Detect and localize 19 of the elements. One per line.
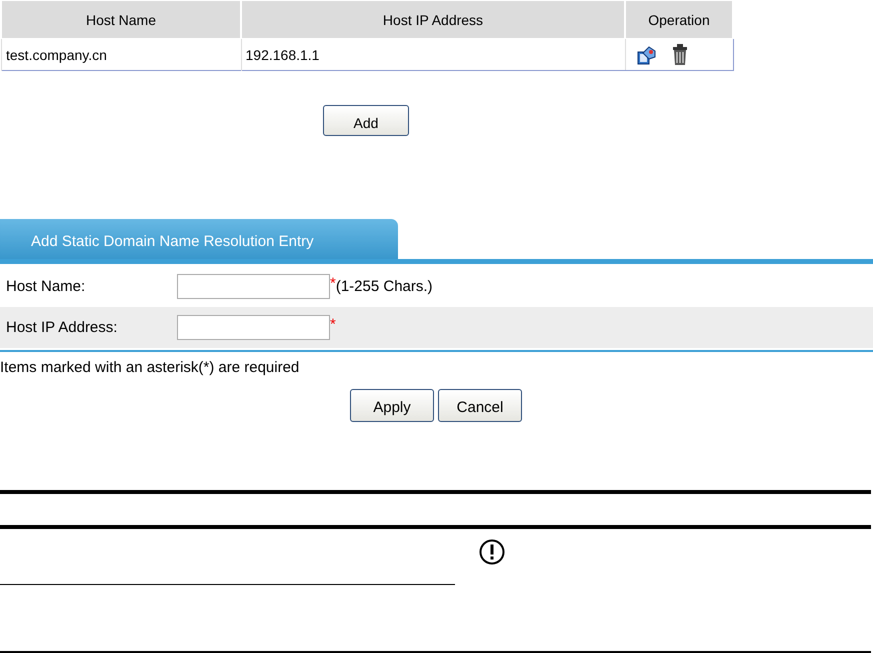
form-button[interactable]: Cancel	[438, 389, 522, 422]
table-cell: test.company.cn	[2, 38, 241, 70]
field-label: Host Name:	[5, 278, 86, 295]
field-hint: (1-255 Chars.)	[336, 278, 433, 295]
column-header: Host IP Address	[241, 0, 625, 38]
note-text: Items marked with an asterisk(*) are required	[0, 350, 873, 376]
edit-icon[interactable]	[636, 44, 656, 64]
column-header: Operation	[625, 0, 733, 38]
table-cell: 192.168.1.1	[241, 38, 625, 70]
add-button[interactable]: Add	[323, 105, 409, 136]
column-header: Host Name	[2, 0, 241, 38]
field-label: Host IP Address:	[5, 319, 118, 336]
input-field[interactable]	[177, 274, 330, 299]
trash-icon[interactable]	[672, 44, 688, 66]
required-mark: *	[330, 275, 336, 292]
warning-icon	[479, 539, 505, 565]
input-field[interactable]	[177, 315, 330, 340]
form-button[interactable]: Apply	[350, 389, 434, 422]
required-mark: *	[330, 316, 336, 333]
